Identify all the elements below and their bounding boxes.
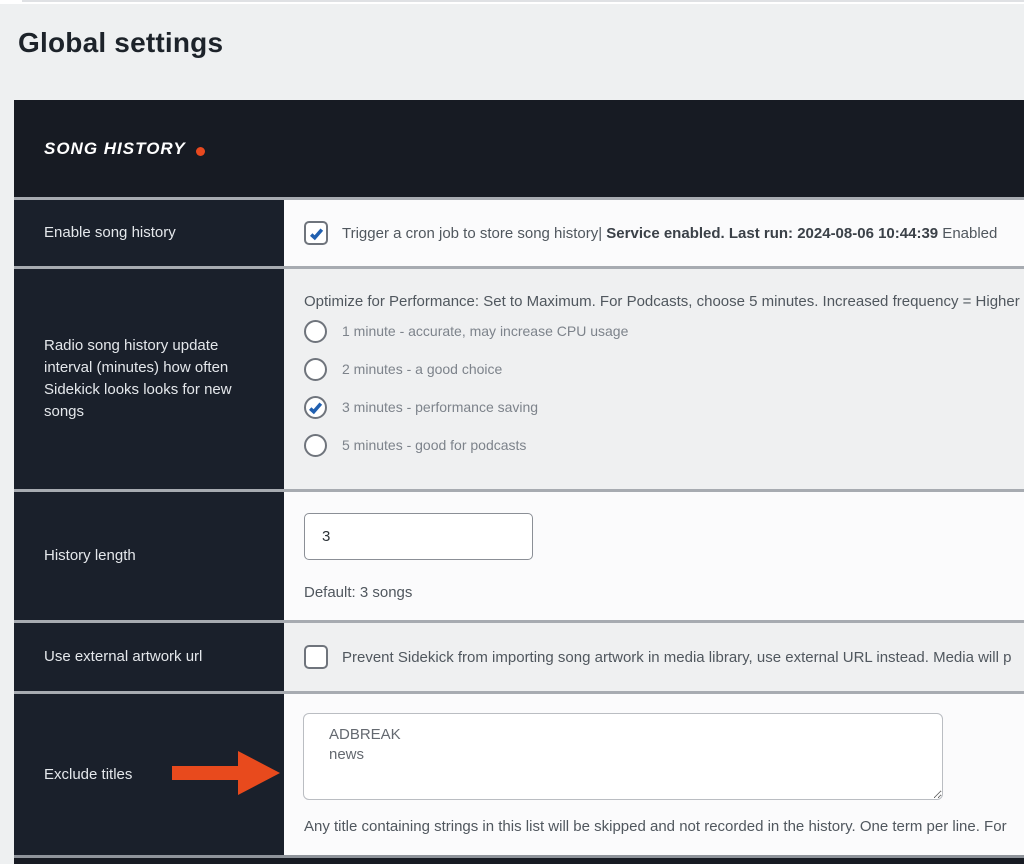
external-artwork-checkbox[interactable] [304,645,328,669]
enable-song-history-description: Trigger a cron job to store song history… [342,225,997,242]
radio-icon [304,358,327,381]
update-interval-intro: Optimize for Performance: Set to Maximum… [284,269,1024,312]
interval-radio-group: 1 minute - accurate, may increase CPU us… [284,312,1024,464]
radio-icon [304,320,327,343]
enable-song-history-content: Trigger a cron job to store song history… [284,200,1024,266]
row-update-interval: Radio song history update interval (minu… [14,266,1024,489]
exclude-titles-help-text: Any title containing strings in this lis… [304,818,1024,835]
section-header: SONG HISTORY [14,100,1024,197]
accent-dot-icon [196,147,205,156]
settings-panel: SONG HISTORY Enable song history Trigger… [14,100,1024,864]
row-enable-song-history: Enable song history Trigger a cron job t… [14,197,1024,266]
exclude-titles-textarea[interactable]: ADBREAK news [303,713,943,800]
radio-icon [304,434,327,457]
top-edge-line [22,0,1024,2]
section-title: SONG HISTORY [44,139,186,159]
top-edge-artifact [0,0,1024,4]
service-status-text: Service enabled. Last run: 2024-08-06 10… [606,225,938,242]
external-artwork-content: Prevent Sidekick from importing song art… [284,623,1024,691]
exclude-titles-content: ADBREAK news Any title containing string… [284,694,1024,855]
history-length-default-text: Default: 3 songs [304,584,1024,601]
row-external-artwork: Use external artwork url Prevent Sidekic… [14,620,1024,691]
red-arrow-annotation-icon [172,751,280,795]
row-history-length: History length Default: 3 songs [14,489,1024,620]
page-title: Global settings [18,27,223,59]
radio-selected-icon [304,396,327,419]
history-length-content: Default: 3 songs [284,492,1024,620]
interval-radio-2-minutes[interactable]: 2 minutes - a good choice [304,350,1024,388]
enable-song-history-checkbox[interactable] [304,221,328,245]
external-artwork-label: Use external artwork url [14,623,284,691]
row-exclude-titles: Exclude titles ADBREAK news Any title co… [14,691,1024,855]
external-artwork-description: Prevent Sidekick from importing song art… [342,649,1011,666]
history-length-label: History length [14,492,284,620]
update-interval-label: Radio song history update interval (minu… [14,269,284,489]
interval-radio-5-minutes[interactable]: 5 minutes - good for podcasts [304,426,1024,464]
update-interval-content: Optimize for Performance: Set to Maximum… [284,269,1024,489]
enable-song-history-label: Enable song history [14,200,284,266]
interval-radio-1-minute[interactable]: 1 minute - accurate, may increase CPU us… [304,312,1024,350]
interval-radio-3-minutes[interactable]: 3 minutes - performance saving [304,388,1024,426]
next-section-edge [14,855,1024,864]
history-length-input[interactable] [304,513,533,560]
